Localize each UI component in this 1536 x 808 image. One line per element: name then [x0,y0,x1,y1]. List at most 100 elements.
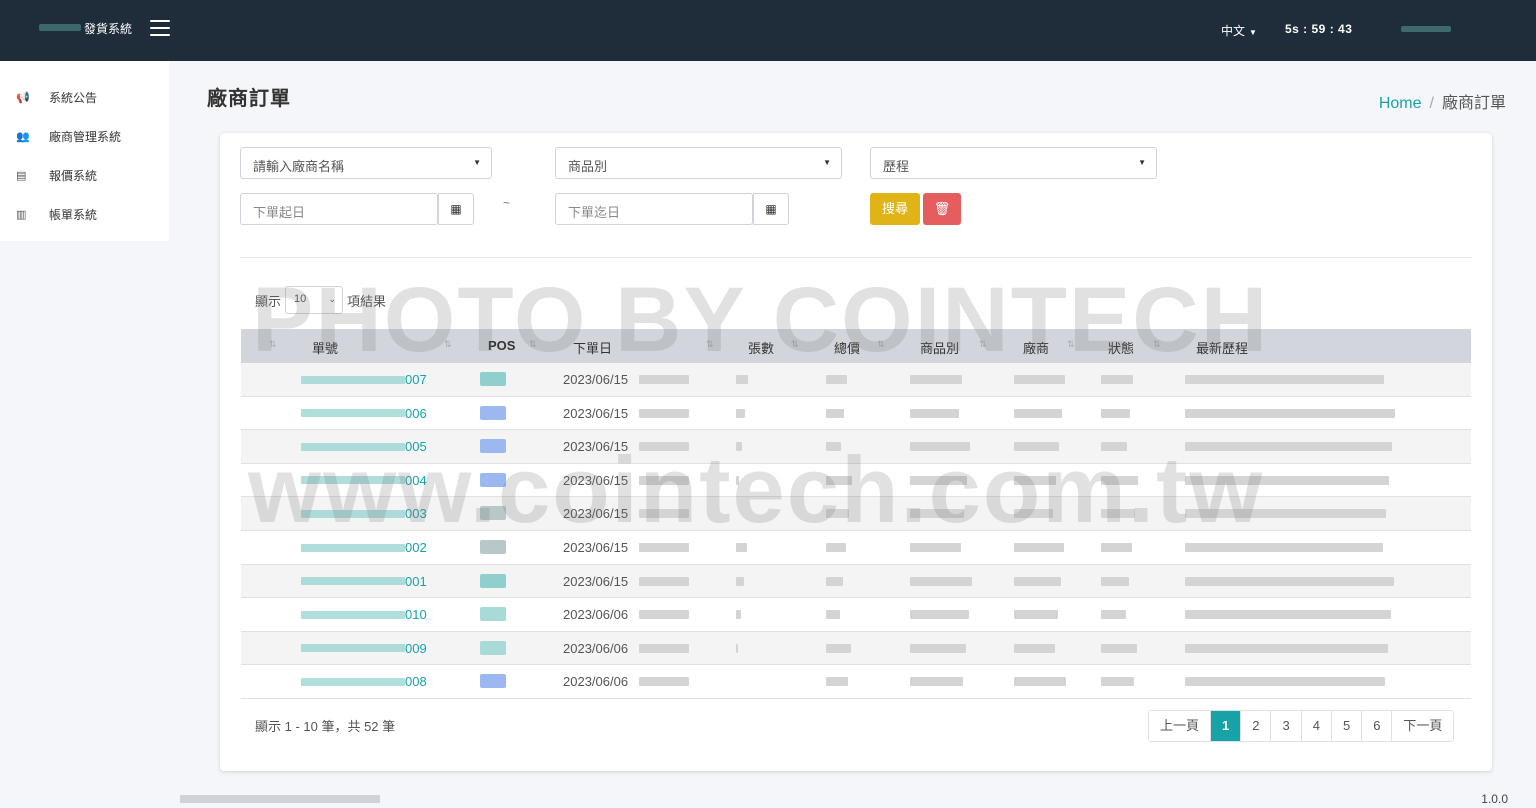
column-header-total[interactable]: 總價 [834,338,860,357]
start-date-input[interactable]: 下單起日 [240,193,438,225]
cell-redacted [1185,543,1383,552]
order-number-link[interactable]: 010 [301,607,427,622]
pagination-page-3[interactable]: 3 [1271,711,1302,741]
order-number-link[interactable]: 006 [301,406,427,421]
cell-redacted [826,509,849,519]
order-number-link[interactable]: 007 [301,372,427,387]
pagination-page-4[interactable]: 4 [1301,711,1332,741]
order-date: 2023/06/06 [563,607,629,623]
menu-toggle-icon[interactable] [150,20,170,36]
order-number-suffix: 001 [405,573,427,589]
cell-redacted [1101,543,1132,552]
pagination-next[interactable]: 下一頁 [1392,711,1454,741]
sidebar-item-label: 帳單系統 [49,207,98,222]
table-row: 002 2023/06/15 [241,531,1471,565]
column-header-order-date[interactable]: 下單日 [573,338,612,357]
cell-redacted [910,408,959,418]
table-row: 004 2023/06/15 [241,464,1471,498]
length-prefix: 顯示 [255,293,282,309]
brand-title[interactable]: 發貨系統 [84,20,132,37]
user-menu-redacted[interactable] [1401,26,1451,32]
table-row: 005 2023/06/15 [241,430,1471,464]
cell-redacted [736,442,742,452]
vendor-select-placeholder: 請輸入廠商名稱 [253,159,345,174]
column-header-order-no[interactable]: 單號 [312,338,338,357]
session-timer: 5s : 59 : 43 [1285,22,1353,36]
sort-icon[interactable]: ⇅ [1067,339,1075,350]
cell-redacted [826,442,841,452]
cell-redacted [1014,643,1055,653]
end-date-input[interactable]: 下單迄日 [555,193,753,225]
order-number-suffix: 008 [405,674,427,690]
cell-redacted [1014,509,1053,519]
order-number-redacted [301,442,405,451]
cell-redacted [1101,509,1135,519]
order-time-redacted [639,543,689,552]
cell-redacted [1101,643,1137,653]
pagination-page-5[interactable]: 5 [1331,711,1363,741]
column-header-category[interactable]: 商品別 [920,338,959,357]
column-header-vendor[interactable]: 廠商 [1023,338,1049,357]
sort-icon[interactable]: ⇅ [269,339,277,350]
page-length-select[interactable]: 10 ⌄ [285,286,344,314]
cell-redacted [1185,509,1386,519]
sort-icon[interactable]: ⇅ [529,339,537,350]
order-time-redacted [639,442,689,452]
sort-icon[interactable]: ⇅ [877,339,885,350]
sort-icon[interactable]: ⇅ [444,339,452,350]
calendar-icon[interactable]: ▦ [753,193,789,225]
order-date: 2023/06/15 [563,573,629,589]
breadcrumb-home-link[interactable]: Home [1379,95,1422,112]
breadcrumb-separator: / [1429,95,1434,112]
pagination-prev[interactable]: 上一頁 [1149,711,1212,741]
table-row: 009 2023/06/06 [241,631,1471,666]
pos-redacted [480,674,506,689]
column-header-count[interactable]: 張數 [748,338,774,357]
order-number-link[interactable]: 003 [301,506,427,521]
trash-icon[interactable]: 🗑 [923,193,961,225]
calendar-icon[interactable]: ▦ [438,193,474,225]
vendor-select[interactable]: 請輸入廠商名稱 ▼ [240,147,492,179]
order-time-redacted [639,643,689,653]
date-range-separator: ~ [503,196,511,210]
language-dropdown[interactable]: 中文 ▼ [1221,22,1257,39]
cell-redacted [1185,442,1392,452]
sort-icon[interactable]: ⇅ [979,339,987,350]
order-number-link[interactable]: 005 [301,439,427,454]
cell-redacted [1185,677,1385,687]
pagination-page-2[interactable]: 2 [1241,711,1272,741]
order-number-link[interactable]: 002 [301,540,427,555]
order-number-link[interactable]: 009 [301,641,427,656]
order-date: 2023/06/15 [563,405,629,421]
table-row: 001 2023/06/15 [241,564,1471,599]
page-title: 廠商訂單 [207,88,291,110]
cell-redacted [1101,677,1134,687]
sidebar-item-vendor-management[interactable]: 👥 廠商管理系統 [0,118,169,154]
column-header-pos[interactable]: POS [488,338,515,353]
dropdown-arrow-icon: ▼ [473,158,481,167]
cell-redacted [910,677,963,687]
sort-icon[interactable]: ⇅ [791,339,799,350]
category-select[interactable]: 商品別 ▼ [555,147,842,179]
sidebar-item-announcement[interactable]: 📢 系統公告 [0,79,169,115]
table-row: 006 2023/06/15 [241,397,1471,431]
order-number-redacted [301,610,405,619]
sort-icon[interactable]: ⇅ [1153,339,1161,350]
quote-doc-icon: ▤ [16,169,27,182]
order-number-link[interactable]: 008 [301,674,427,689]
cell-redacted [1014,475,1056,485]
pagination-page-1[interactable]: 1 [1211,711,1242,741]
sort-icon[interactable]: ⇅ [706,339,714,350]
column-header-status[interactable]: 狀態 [1108,338,1134,357]
sidebar-item-quotation[interactable]: ▤ 報價系統 [0,157,169,193]
cell-redacted [826,677,848,687]
order-number-link[interactable]: 001 [301,574,427,589]
column-header-latest-history[interactable]: 最新歷程 [1196,338,1248,357]
search-button[interactable]: 搜尋 [870,193,920,225]
cell-redacted [1101,375,1133,384]
brand-logo-redacted [39,24,81,31]
sidebar-item-billing[interactable]: ▥ 帳單系統 [0,196,169,232]
order-number-link[interactable]: 004 [301,473,427,488]
history-select[interactable]: 歷程 ▼ [870,147,1157,179]
pagination-page-6[interactable]: 6 [1362,711,1393,741]
